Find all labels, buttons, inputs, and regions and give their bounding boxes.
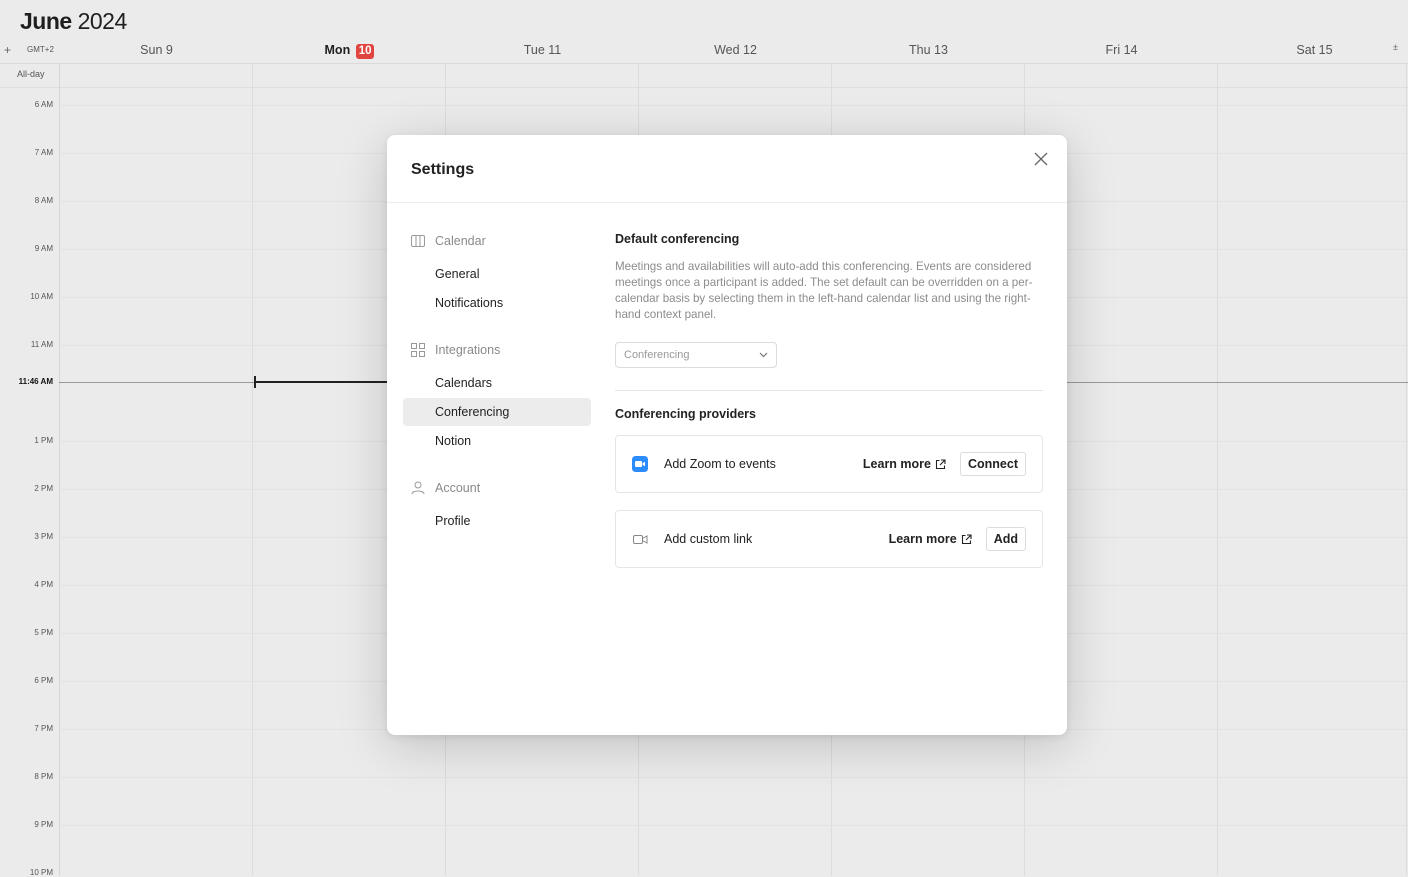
nav-group-label: Calendar bbox=[435, 234, 486, 248]
year-label: 2024 bbox=[77, 8, 128, 34]
hour-line bbox=[59, 777, 1408, 778]
hour-label: 9 AM bbox=[34, 244, 53, 253]
settings-nav: Calendar General Notifications Integrati… bbox=[403, 231, 591, 536]
learn-more-link[interactable]: Learn more bbox=[863, 457, 946, 471]
hour-label: 10 AM bbox=[30, 292, 53, 301]
nav-item-profile[interactable]: Profile bbox=[403, 507, 591, 535]
day-header-wed[interactable]: Wed 12 bbox=[639, 43, 832, 57]
all-day-divider bbox=[0, 87, 1408, 88]
day-column-divider bbox=[1217, 63, 1218, 876]
nav-group-integrations: Integrations bbox=[411, 340, 591, 360]
current-time-label: 11:46 AM bbox=[18, 377, 53, 386]
nav-item-notion[interactable]: Notion bbox=[403, 427, 591, 455]
time-gutter-divider bbox=[59, 63, 60, 876]
zoom-icon bbox=[632, 456, 648, 472]
nav-group-account: Account bbox=[411, 478, 591, 498]
hour-label: 11 AM bbox=[30, 340, 53, 349]
default-conferencing-description: Meetings and availabilities will auto-ad… bbox=[615, 260, 1033, 321]
default-conferencing-title: Default conferencing bbox=[615, 232, 740, 246]
hour-label: 7 AM bbox=[34, 148, 53, 157]
header-divider bbox=[0, 63, 1408, 64]
nav-item-notifications[interactable]: Notifications bbox=[403, 289, 591, 317]
user-icon bbox=[411, 481, 425, 495]
nav-group-label: Integrations bbox=[435, 343, 501, 357]
nav-item-conferencing[interactable]: Conferencing bbox=[403, 398, 591, 426]
hour-label: 9 PM bbox=[34, 820, 53, 829]
day-header-sat[interactable]: Sat 15 bbox=[1218, 43, 1408, 57]
learn-more-label: Learn more bbox=[888, 532, 957, 546]
modal-divider bbox=[387, 202, 1067, 203]
hour-label: 8 AM bbox=[34, 196, 53, 205]
integrations-icon bbox=[411, 343, 425, 357]
hour-label: 5 PM bbox=[34, 628, 53, 637]
month-label: June bbox=[20, 8, 72, 34]
month-title: June 2024 bbox=[20, 8, 127, 35]
connect-button[interactable]: Connect bbox=[960, 452, 1026, 476]
external-link-icon bbox=[961, 533, 972, 544]
provider-zoom: Add Zoom to events Learn more Connect bbox=[615, 435, 1043, 493]
day-column-divider bbox=[252, 63, 253, 876]
hour-line bbox=[59, 825, 1408, 826]
conferencing-select[interactable]: Conferencing bbox=[615, 342, 777, 368]
hour-label: 6 PM bbox=[34, 676, 53, 685]
hour-line bbox=[59, 105, 1408, 106]
learn-more-link[interactable]: Learn more bbox=[889, 532, 972, 546]
day-header-thu[interactable]: Thu 13 bbox=[832, 43, 1025, 57]
calendar-columns-icon bbox=[411, 234, 425, 248]
nav-group-calendar: Calendar bbox=[411, 231, 591, 251]
nav-item-general[interactable]: General bbox=[403, 260, 591, 288]
close-icon[interactable] bbox=[1033, 152, 1049, 168]
current-time-line-today bbox=[254, 381, 394, 383]
hour-label: 8 PM bbox=[34, 772, 53, 781]
all-day-label: All-day bbox=[17, 69, 45, 79]
day-column-divider bbox=[1406, 63, 1407, 876]
hour-label: 3 PM bbox=[34, 532, 53, 541]
add-event-button[interactable]: + bbox=[4, 43, 11, 57]
day-header-mon[interactable]: Mon 10 bbox=[253, 43, 446, 59]
current-time-marker bbox=[254, 376, 256, 388]
settings-content: Default conferencing Meetings and availa… bbox=[615, 231, 1043, 585]
chevron-down-icon bbox=[759, 350, 768, 361]
today-badge: 10 bbox=[355, 44, 375, 59]
add-button[interactable]: Add bbox=[985, 527, 1026, 551]
settings-title: Settings bbox=[411, 161, 475, 178]
select-value: Conferencing bbox=[624, 349, 690, 361]
hour-label: 6 AM bbox=[34, 100, 53, 109]
video-camera-icon bbox=[632, 531, 648, 547]
day-header-fri[interactable]: Fri 14 bbox=[1025, 43, 1218, 57]
section-divider bbox=[615, 390, 1043, 391]
external-link-icon bbox=[935, 458, 946, 469]
day-header-tue[interactable]: Tue 11 bbox=[446, 43, 639, 57]
nav-group-label: Account bbox=[435, 481, 481, 495]
hour-label: 2 PM bbox=[34, 484, 53, 493]
day-header-sun[interactable]: Sun 9 bbox=[60, 43, 253, 57]
provider-name: Add Zoom to events bbox=[664, 457, 776, 471]
provider-name: Add custom link bbox=[664, 532, 753, 546]
settings-modal: Settings Calendar General Notifications … bbox=[387, 135, 1067, 735]
collapse-icon[interactable]: ± bbox=[1393, 42, 1398, 52]
provider-custom-link: Add custom link Learn more Add bbox=[615, 510, 1043, 568]
timezone-label[interactable]: GMT+2 bbox=[27, 45, 54, 54]
learn-more-label: Learn more bbox=[862, 457, 931, 471]
providers-title: Conferencing providers bbox=[615, 407, 756, 421]
hour-label: 4 PM bbox=[34, 580, 53, 589]
nav-item-calendars[interactable]: Calendars bbox=[403, 369, 591, 397]
hour-label: 1 PM bbox=[34, 436, 53, 445]
day-label: Mon bbox=[324, 43, 351, 57]
hour-label: 7 PM bbox=[34, 724, 53, 733]
